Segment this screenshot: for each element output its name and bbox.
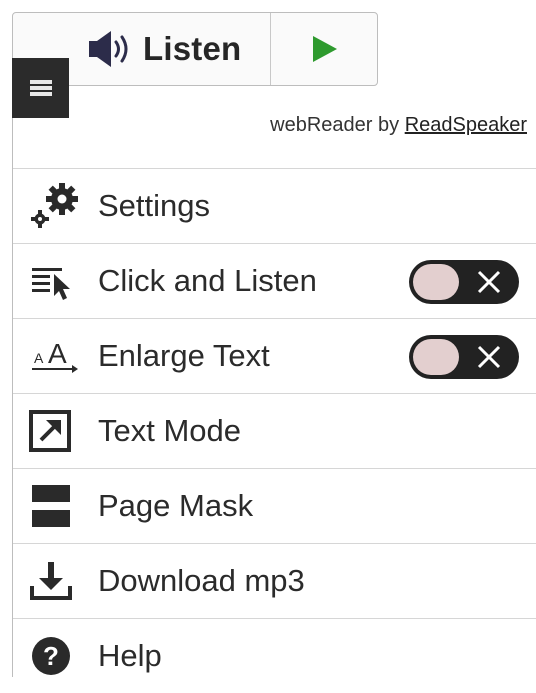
text-mode-icon (26, 406, 82, 456)
menu-item-settings[interactable]: Settings (13, 168, 536, 243)
menu-item-label: Text Mode (98, 413, 242, 448)
download-icon (26, 556, 82, 606)
toggle-knob (413, 339, 459, 375)
menu-item-label: Page Mask (98, 488, 254, 523)
menu-item-label: Settings (98, 188, 211, 223)
click-listen-icon (26, 256, 82, 306)
speaker-icon (89, 31, 128, 67)
menu-item-label: Help (98, 638, 162, 673)
menu-item-enlarge-text[interactable]: A A Enlarge Text (13, 318, 536, 393)
menu-item-label: Download mp3 (98, 563, 305, 598)
svg-text:?: ? (43, 641, 59, 671)
listen-label: Listen (143, 30, 242, 67)
menu-item-label: Click and Listen (98, 263, 317, 298)
menu-item-click-and-listen[interactable]: Click and Listen (13, 243, 536, 318)
svg-text:A: A (48, 338, 67, 369)
enlarge-text-icon: A A (26, 331, 82, 381)
menu-item-page-mask[interactable]: Page Mask (13, 468, 536, 543)
play-icon (313, 36, 337, 62)
menu-list: Settings Click and Listen A A Enlarge Te… (13, 168, 536, 693)
toggle-knob (413, 264, 459, 300)
readspeaker-link[interactable]: ReadSpeaker (405, 114, 527, 136)
play-button[interactable] (271, 13, 377, 85)
menu-item-label: Enlarge Text (98, 338, 270, 373)
page-mask-icon (26, 481, 82, 531)
branding-prefix: webReader by (270, 114, 405, 136)
svg-text:A: A (34, 350, 44, 366)
menu-icon (29, 80, 52, 96)
help-icon: ? (26, 631, 82, 681)
dropdown-panel: webReader by ReadSpeaker Settings Click … (12, 86, 536, 677)
menu-toggle-button[interactable] (12, 58, 69, 118)
close-icon (477, 345, 501, 369)
menu-item-download-mp3[interactable]: Download mp3 (13, 543, 536, 618)
menu-item-text-mode[interactable]: Text Mode (13, 393, 536, 468)
close-icon (477, 270, 501, 294)
click-and-listen-toggle[interactable] (409, 260, 519, 304)
gears-icon (26, 181, 82, 231)
branding: webReader by ReadSpeaker (270, 114, 527, 137)
enlarge-text-toggle[interactable] (409, 335, 519, 379)
menu-item-help[interactable]: ? Help (13, 618, 536, 693)
